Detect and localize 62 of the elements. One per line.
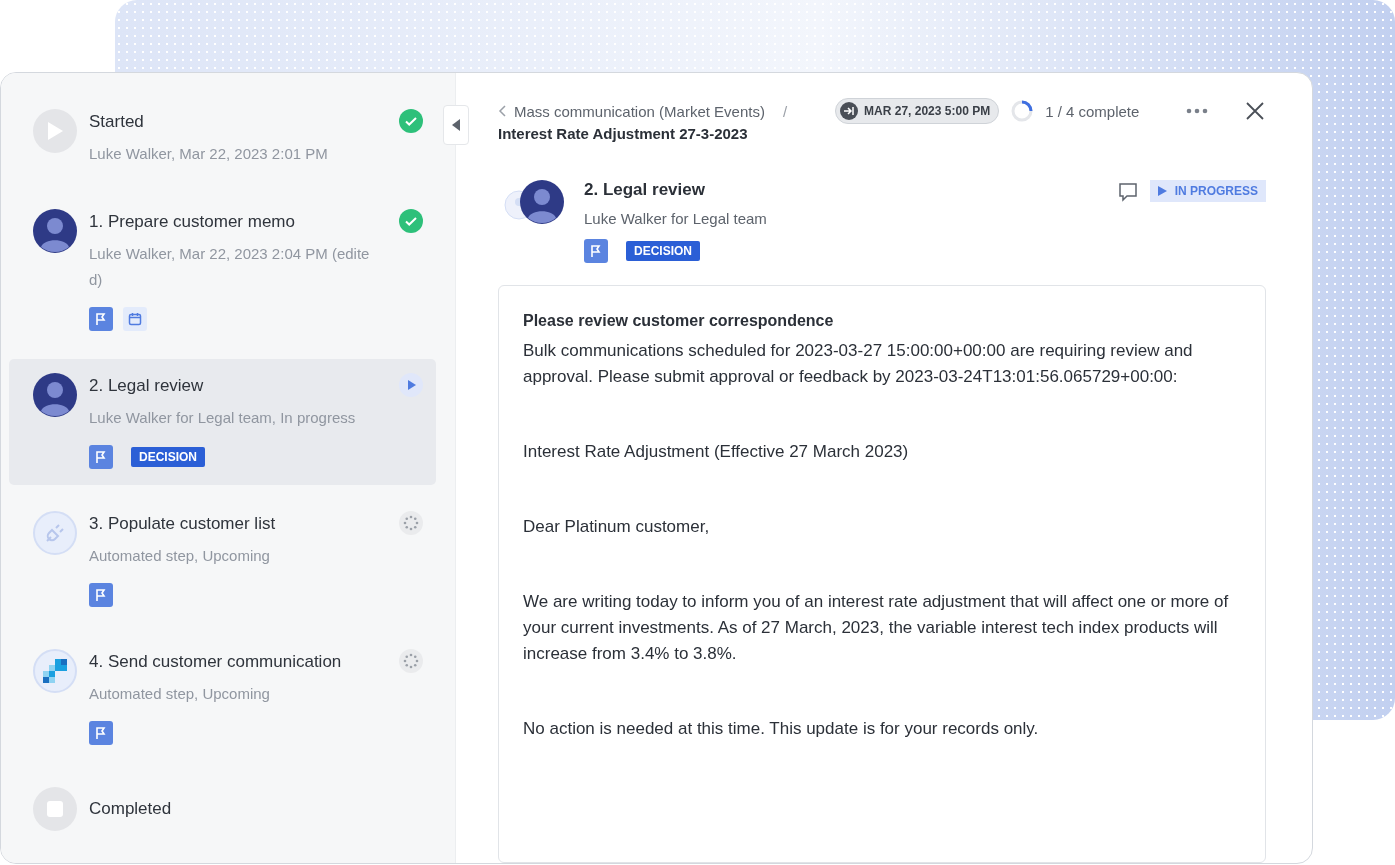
step-row[interactable]: Completed [9,773,436,847]
comment-icon [1117,182,1138,202]
breadcrumb-link[interactable]: Mass communication (Market Events) [498,102,765,120]
chevron-left-icon [498,105,506,117]
close-icon [1246,102,1264,120]
step-heading: 2. Legal review [584,180,706,200]
message-paragraph: We are writing today to inform you of an interest rate adjustment that will affect one or more of your current investments. As of 27 March, 2023, the variable interest tech index products will increase from 3.4% to 3.8%. [523,591,1230,665]
collapse-button[interactable] [443,105,469,145]
play-icon [46,121,64,141]
workflow-title: Interest Rate Adjustment 27-3-2023 [498,125,749,142]
breadcrumb-separator: / [782,102,788,120]
flag-tag[interactable] [89,445,113,469]
step-subtitle: Automated step, Upcoming [89,546,271,566]
step-title: 2. Legal review [89,375,205,397]
flag-icon [589,244,603,258]
message-heading: Please review customer correspondence [523,312,835,330]
step-subtitle: Luke Walker, Mar 22, 2023 2:04 PM (edite d) [89,244,371,290]
flag-icon [94,588,108,602]
calendar-tag[interactable] [123,307,147,331]
stop-icon [47,801,63,817]
caret-left-icon [452,119,460,131]
step-subtitle: Automated step, Upcoming [89,684,271,704]
status-badge: IN PROGRESS [1149,180,1266,202]
progress-text: 1 / 4 complete [1045,102,1140,120]
step-subtitle: Luke Walker for Legal team, In progress [89,408,357,428]
avatar-silhouette-icon [33,209,77,253]
step-row[interactable]: 4. Send customer communication Automated step, Upcoming [9,635,436,761]
decision-label: DECISION [626,241,700,261]
flag-tag[interactable] [89,583,113,607]
step-title: Started [89,111,145,133]
avatar-silhouette-icon [33,373,77,417]
calendar-icon [128,312,142,326]
step-row[interactable]: 3. Populate customer list Automated step, Upcoming [9,497,436,623]
flag-tag[interactable] [89,307,113,331]
flag-tag[interactable] [584,239,608,263]
more-button[interactable] [1184,106,1210,116]
due-date-pill: MAR 27, 2023 5:00 PM [835,98,1000,124]
more-icon [1186,108,1208,114]
flag-icon [94,726,108,740]
step-title: 3. Populate customer list [89,513,277,535]
close-button[interactable] [1244,100,1266,122]
step-row[interactable]: 2. Legal review Luke Walker for Legal team, In progress DECISION [9,359,436,485]
step-assignee: Luke Walker for Legal team [584,210,768,227]
message-paragraph: Interest Rate Adjustment (Effective 27 March 2023) [523,441,910,463]
blocks-logo-icon [42,658,68,684]
play-icon [1157,186,1167,196]
avatar-silhouette-icon [520,180,564,224]
step-title: Completed [89,798,173,820]
message-paragraph: Dear Platinum customer, [523,516,711,538]
step-title: 1. Prepare customer memo [89,211,296,233]
message-paragraph: No action is needed at this time. This update is for your records only. [523,718,1040,740]
message-paragraph: Bulk communications scheduled for 2023-03-27 15:00:00+00:00 are requiring review and approval. Please submit approval or feedback by 2023-03-24T13:01:56.065729+00:00: [523,340,1194,388]
step-title: 4. Send customer communication [89,651,343,673]
flag-icon [94,450,108,464]
flag-tag[interactable] [89,721,113,745]
flag-icon [94,312,108,326]
decision-label: DECISION [131,447,205,467]
step-row[interactable]: 1. Prepare customer memo Luke Walker, Mar 22, 2023 2:04 PM (edite d) [9,195,436,347]
progress-ring-icon [1011,100,1034,122]
step-subtitle: Luke Walker, Mar 22, 2023 2:01 PM [89,144,329,164]
step-row[interactable]: Started Luke Walker, Mar 22, 2023 2:01 PM [9,95,436,183]
arrow-in-icon [840,102,859,120]
